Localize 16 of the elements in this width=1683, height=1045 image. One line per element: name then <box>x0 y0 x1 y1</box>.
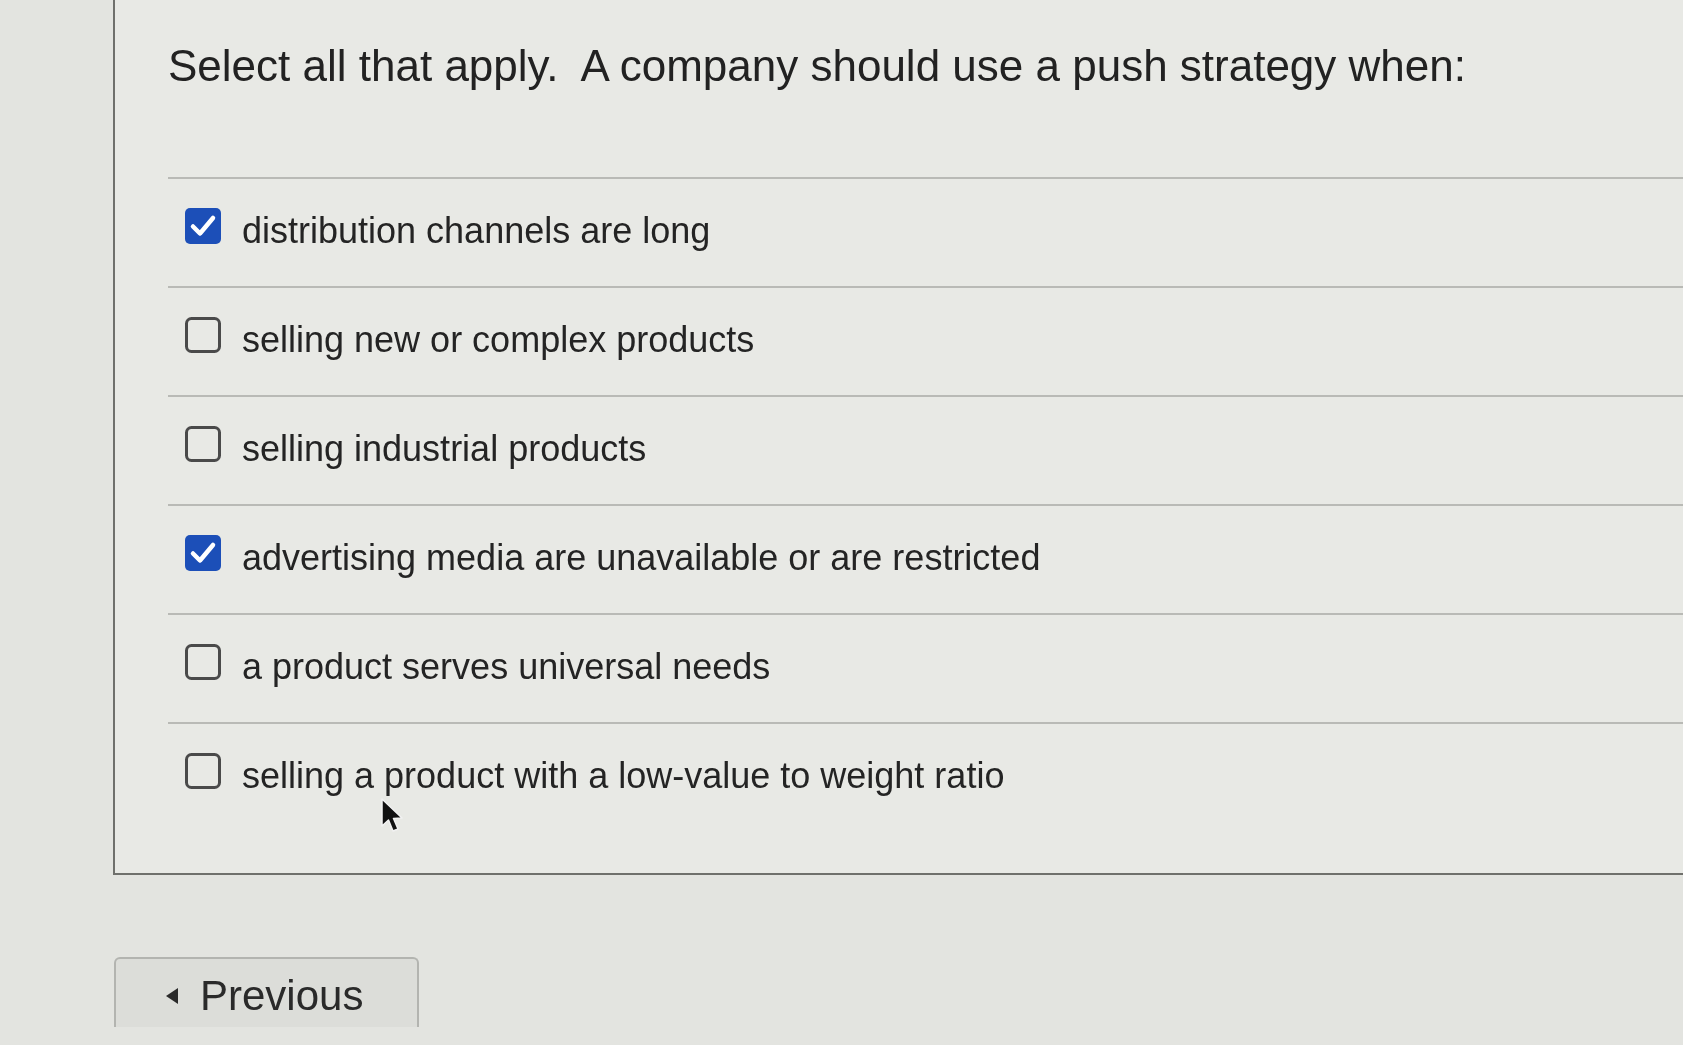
checkbox[interactable] <box>185 534 221 571</box>
option-label: selling a product with a low-value to weight ratio <box>242 753 1005 798</box>
option-label: a product serves universal needs <box>242 644 771 689</box>
checkbox[interactable] <box>185 207 221 244</box>
question-text: Select all that apply. A company should use a push strategy when: <box>168 40 1467 92</box>
mouse-pointer-icon <box>380 798 404 834</box>
checkbox[interactable] <box>185 316 221 353</box>
checkbox[interactable] <box>185 425 221 462</box>
previous-button[interactable]: Previous <box>114 957 419 1027</box>
checkbox[interactable] <box>185 752 221 789</box>
checkbox[interactable] <box>185 643 221 680</box>
caret-left-icon <box>166 988 178 1004</box>
option-label: advertising media are unavailable or are restricted <box>242 535 1041 580</box>
option-label: selling new or complex products <box>242 317 755 362</box>
option-label: distribution channels are long <box>242 208 711 253</box>
option-label: selling industrial products <box>242 426 647 471</box>
